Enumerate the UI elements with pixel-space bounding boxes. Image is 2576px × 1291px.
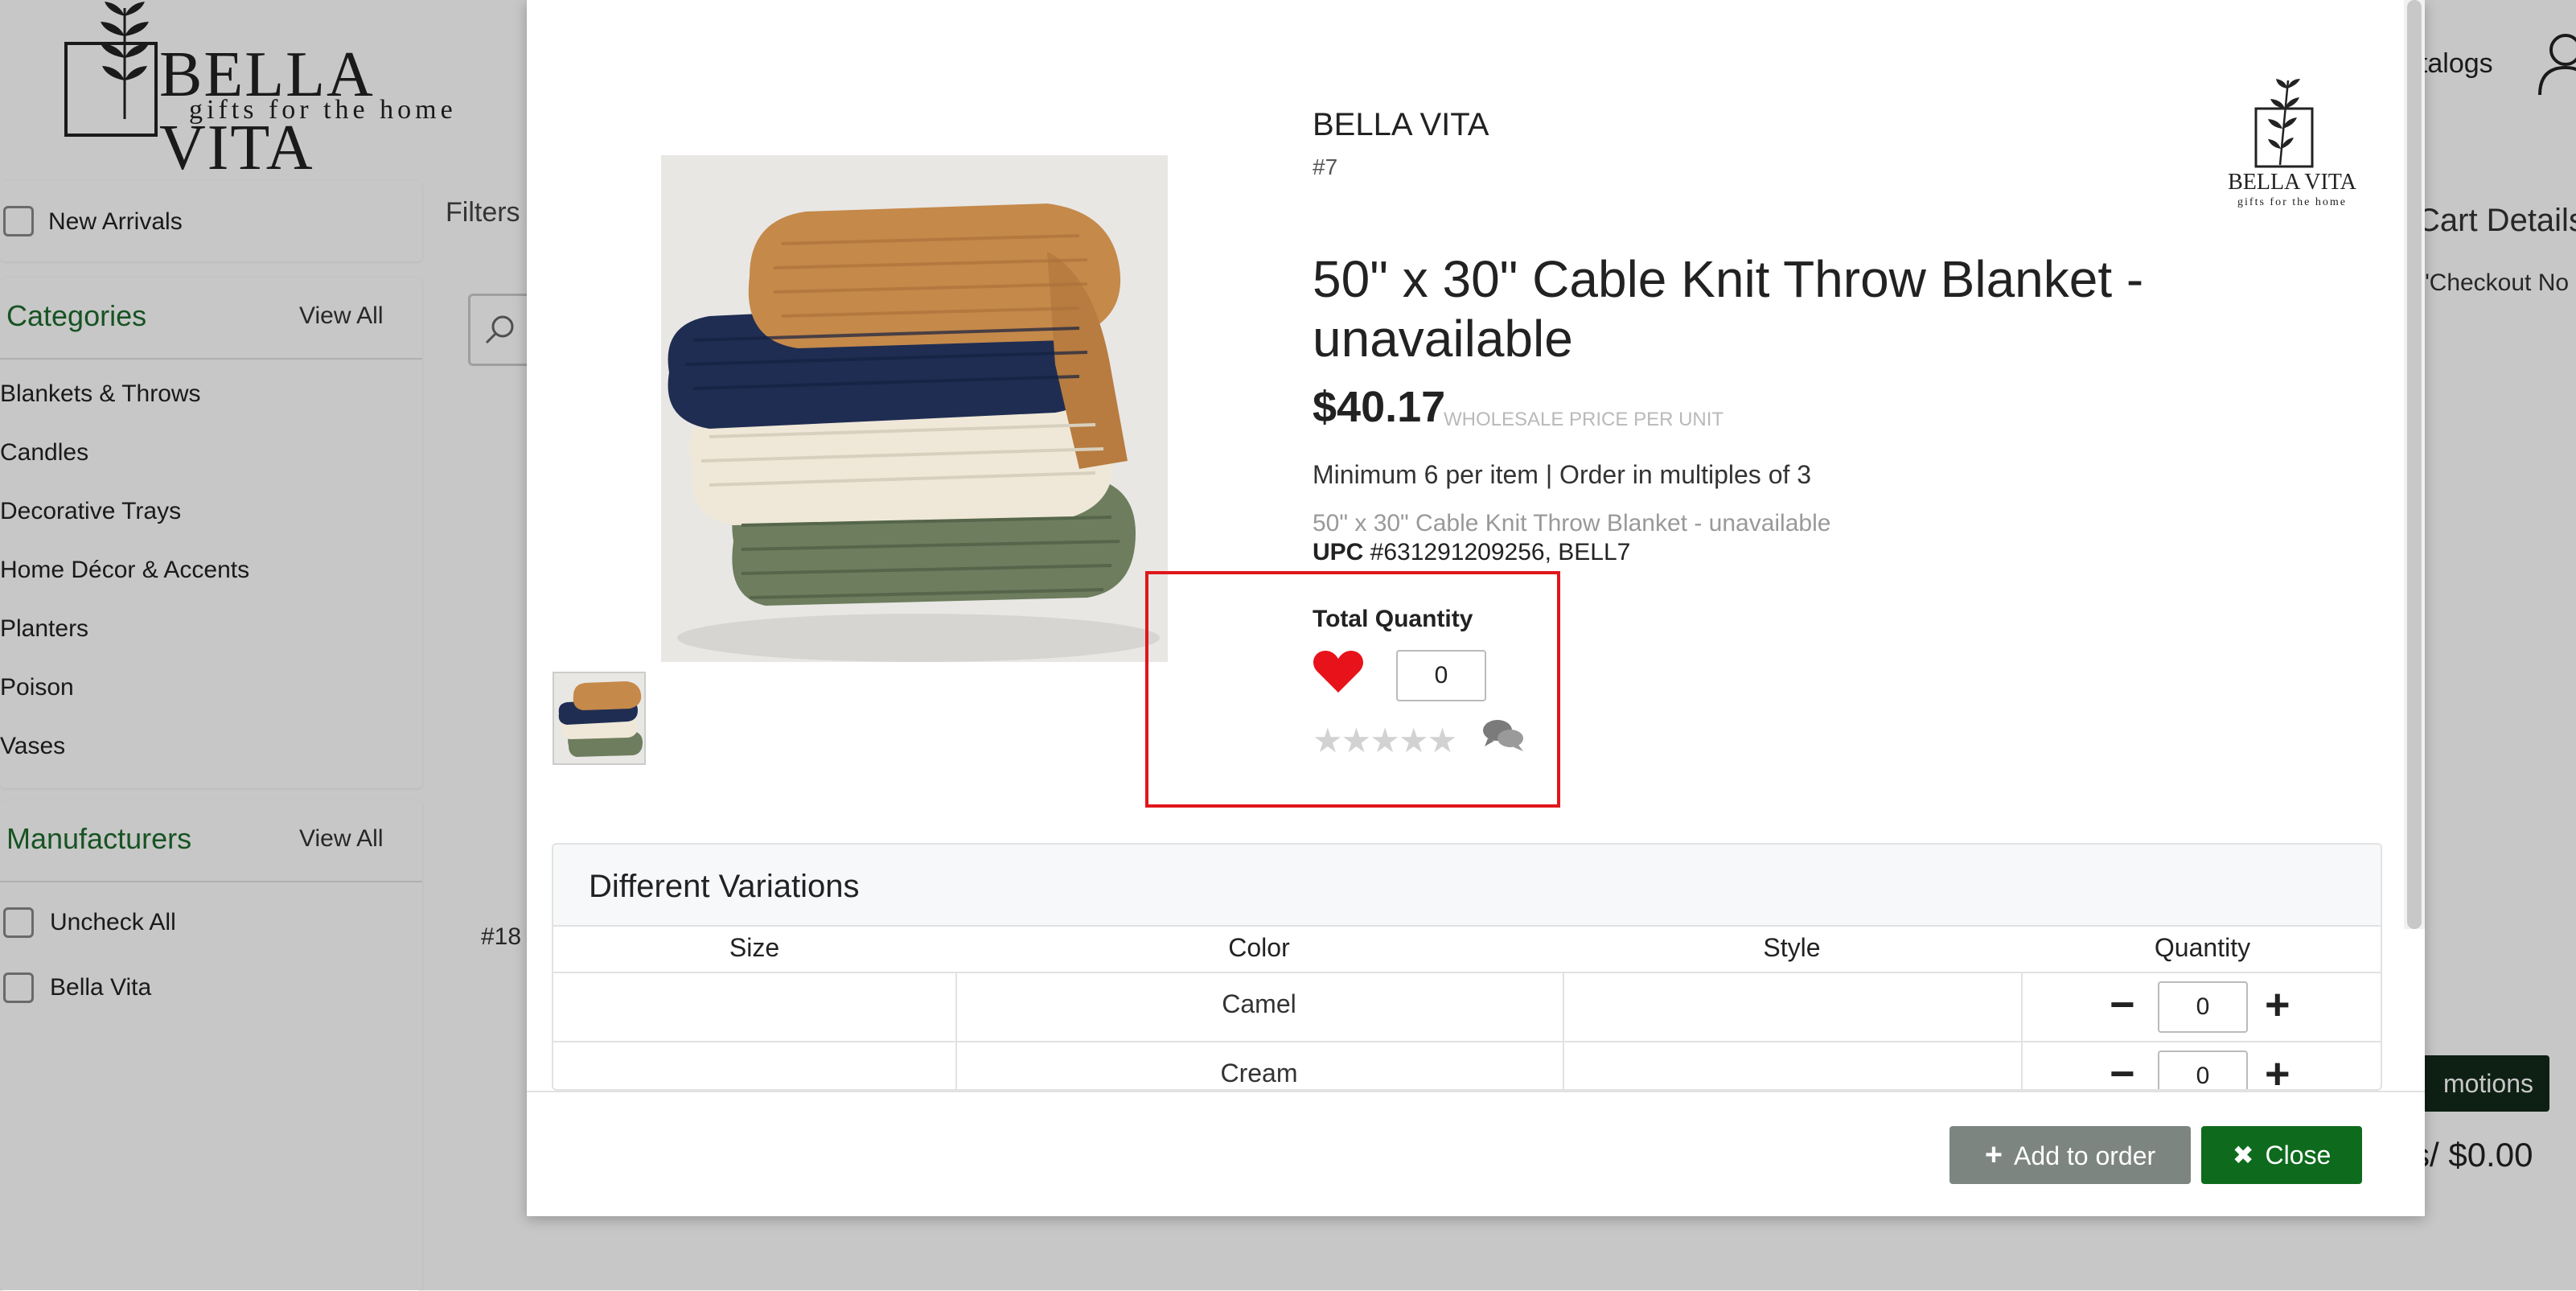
brand-name: BELLA VITA	[1313, 107, 1489, 142]
blanket-stack-image	[661, 155, 1168, 662]
product-thumbnail[interactable]	[553, 672, 646, 765]
close-label: Close	[2265, 1141, 2332, 1170]
upc-line: UPC #631291209256, BELL7	[1313, 539, 1630, 566]
cell-color: Cream	[1220, 1059, 1298, 1087]
chat-icon[interactable]	[1481, 717, 1525, 753]
logo-subtitle: gifts for the home	[2237, 196, 2347, 208]
variations-header: Different Variations	[553, 845, 2381, 927]
column-style: Style	[1763, 933, 1821, 962]
variations-table: Different Variations Size Color Style Qu…	[552, 843, 2382, 1091]
close-x-icon: ✖	[2232, 1141, 2254, 1170]
total-quantity-input[interactable]: 0	[1396, 650, 1486, 701]
plus-icon[interactable]: +	[2265, 983, 2290, 1026]
bella-vita-logo: BELLA VITA gifts for the home	[2228, 79, 2357, 208]
plus-icon: +	[1984, 1138, 2003, 1172]
add-to-order-button[interactable]: + Add to order	[1949, 1126, 2191, 1184]
row-divider	[553, 1041, 2381, 1042]
cell-color: Camel	[1222, 989, 1296, 1018]
close-button[interactable]: ✖ Close	[2201, 1126, 2362, 1184]
minimum-order-text: Minimum 6 per item | Order in multiples …	[1313, 460, 1812, 489]
scrollbar-thumb[interactable]	[2407, 0, 2422, 929]
minus-icon[interactable]: −	[2110, 1052, 2135, 1089]
upc-label: UPC	[1313, 539, 1364, 565]
heart-icon[interactable]	[1313, 648, 1364, 696]
modal-scrollbar[interactable]	[2404, 0, 2425, 929]
product-title: 50" x 30" Cable Knit Throw Blanket - una…	[1313, 250, 2144, 368]
product-description: 50" x 30" Cable Knit Throw Blanket - una…	[1313, 510, 1831, 537]
total-quantity-label: Total Quantity	[1313, 606, 1473, 632]
variations-title: Different Variations	[589, 869, 860, 904]
row-quantity-input[interactable]: 0	[2158, 1050, 2248, 1089]
product-image[interactable]	[661, 155, 1168, 662]
item-number: #7	[1313, 154, 1338, 179]
upc-value: #631291209256, BELL7	[1363, 539, 1631, 565]
blanket-thumbnail-image	[554, 673, 644, 763]
column-quantity: Quantity	[2154, 933, 2251, 962]
row-divider	[553, 972, 2381, 973]
column-divider	[2021, 972, 2023, 1089]
add-to-order-label: Add to order	[2014, 1141, 2156, 1170]
rating-stars[interactable]: ★★★★★	[1313, 721, 1457, 760]
column-color: Color	[1228, 933, 1290, 962]
product-price: $40.17	[1313, 383, 1446, 431]
price-label: WHOLESALE PRICE PER UNIT	[1444, 409, 1724, 430]
plus-icon[interactable]: +	[2265, 1052, 2290, 1089]
logo-title: BELLA VITA	[2228, 170, 2356, 195]
column-divider	[1563, 972, 1564, 1089]
row-quantity-input[interactable]: 0	[2158, 981, 2248, 1033]
minus-icon[interactable]: −	[2110, 983, 2135, 1026]
modal-footer-divider	[527, 1091, 2425, 1092]
column-size: Size	[729, 933, 780, 962]
brand-logo: BELLA VITA gifts for the home	[2228, 76, 2357, 213]
